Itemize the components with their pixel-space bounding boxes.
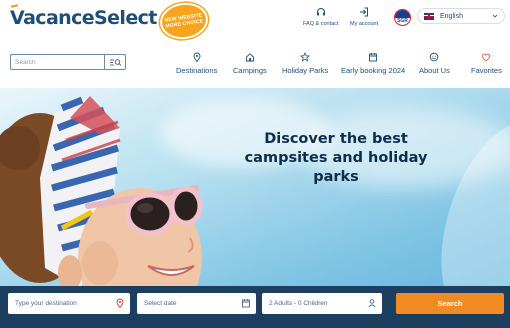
nav-holiday-parks[interactable]: Holiday Parks [282, 52, 328, 75]
login-icon [360, 7, 369, 17]
heart-icon [482, 53, 491, 62]
calendar-icon [242, 299, 250, 308]
location-pin-icon [193, 52, 201, 62]
site-logo[interactable]: VacanceSelect [10, 7, 157, 29]
nav-early-booking[interactable]: Early booking 2024 [341, 52, 405, 75]
faq-contact-link[interactable]: FAQ & contact [303, 7, 338, 27]
search-button[interactable]: Search [396, 293, 504, 314]
hero-title: Discover the best campsites and holiday … [244, 131, 428, 185]
star-icon [300, 52, 311, 62]
faq-contact-label: FAQ & contact [303, 21, 339, 27]
nav-favorites[interactable]: Favorites [471, 52, 502, 75]
person-icon [368, 299, 376, 308]
my-account-label: My account [350, 21, 379, 27]
search-input[interactable] [11, 55, 105, 69]
location-pin-icon [116, 298, 124, 308]
headset-icon [316, 8, 325, 16]
sgr-logo: SGR [394, 9, 411, 26]
nav-campings[interactable]: Campings [233, 52, 267, 75]
chevron-down-icon [492, 14, 498, 18]
nav-destinations[interactable]: Destinations [176, 52, 217, 75]
site-search [10, 54, 126, 70]
booking-search-bar: Type your destination Select date 2 Adul… [0, 286, 510, 328]
my-account-link[interactable]: My account [350, 7, 378, 27]
uk-flag-icon [424, 12, 434, 20]
site-header: VacanceSelect NEW WEBSITE MORE CHOICE FA… [0, 0, 510, 88]
language-label: English [440, 12, 463, 20]
home-icon [245, 53, 254, 62]
nav-about-us[interactable]: About Us [419, 52, 450, 75]
search-list-icon [109, 58, 121, 66]
language-selector[interactable]: English [417, 8, 505, 24]
new-website-badge: NEW WEBSITE MORE CHOICE [157, 0, 211, 43]
date-field[interactable]: Select date [137, 293, 256, 314]
persons-field[interactable]: 2 Adults - 0 Children [262, 293, 382, 314]
search-submit-button[interactable] [104, 55, 125, 69]
destination-field[interactable]: Type your destination [8, 293, 130, 314]
smiley-icon [430, 52, 439, 62]
calendar-icon [369, 53, 378, 62]
